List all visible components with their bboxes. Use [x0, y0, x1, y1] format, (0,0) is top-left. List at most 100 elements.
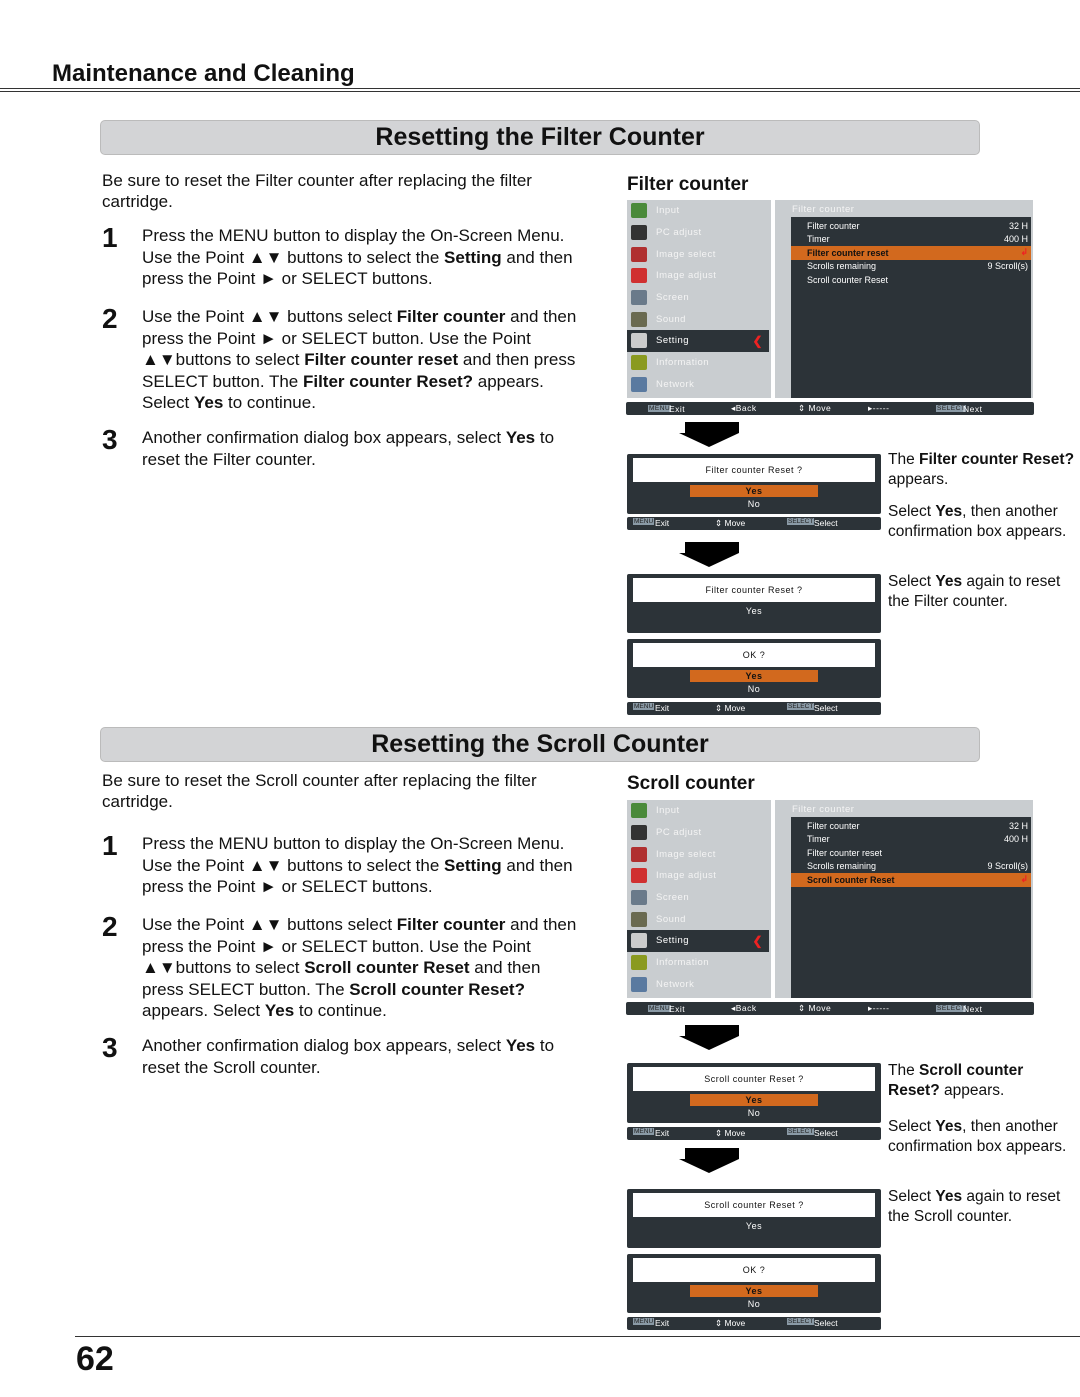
- yes-option[interactable]: Yes: [690, 1094, 818, 1106]
- text-segment: Another confirmation dialog box appears,…: [142, 1036, 506, 1055]
- menu-item-input[interactable]: Input: [627, 200, 771, 222]
- yes-option[interactable]: Yes: [690, 1220, 818, 1232]
- menu-item-sound[interactable]: Sound: [627, 308, 771, 330]
- step-number: 1: [102, 222, 118, 253]
- move-label: ⇕ Move: [715, 518, 746, 528]
- menu-item-label: Screen: [656, 892, 690, 904]
- step-3: 3 Another confirmation dialog box appears…: [102, 1034, 582, 1078]
- arrow-head: [679, 433, 739, 447]
- menu-item-label: PC adjust: [656, 227, 702, 239]
- information-icon: [631, 955, 647, 971]
- menu-item-image-adjust[interactable]: Image adjust: [627, 265, 771, 287]
- menu-row[interactable]: Timer 400 H: [791, 233, 1031, 247]
- menu-item-image-select[interactable]: Image select: [627, 843, 771, 865]
- text-segment: Use the Point ▲▼ buttons select: [142, 915, 397, 934]
- footer-rule: [75, 1336, 1080, 1337]
- text-segment: Yes: [193, 393, 224, 412]
- menu-row[interactable]: Scroll counter Reset ↲: [791, 873, 1031, 887]
- menu-item-pc-adjust[interactable]: PC adjust: [627, 822, 771, 844]
- menu-help-bar: MENU Exit ◂Back ⇕ Move ▸----- SELECT Next: [626, 402, 1034, 415]
- network-icon: [631, 976, 647, 992]
- menu-item-image-adjust[interactable]: Image adjust: [627, 865, 771, 887]
- move-label: ⇕ Move: [715, 1318, 746, 1328]
- text-segment: Setting: [444, 855, 502, 875]
- dialog-question: Filter counter Reset ?: [633, 578, 875, 602]
- down-arrow-icon: [679, 542, 739, 567]
- menu-item-label: Network: [656, 978, 695, 990]
- menu-row[interactable]: Scrolls remaining 9 Scroll(s): [791, 260, 1031, 274]
- menu-row[interactable]: Filter counter reset: [791, 846, 1031, 860]
- header-rule: [0, 88, 1080, 89]
- menu-item-information[interactable]: Information: [627, 352, 771, 374]
- dialog-question: Scroll counter Reset ?: [633, 1067, 875, 1091]
- no-option[interactable]: No: [690, 1107, 818, 1119]
- menu-row[interactable]: Filter counter 32 H: [791, 819, 1031, 833]
- menu-key-icon: MENU: [633, 1128, 655, 1135]
- caption: Select Yes, then another confirmation bo…: [888, 1117, 1078, 1156]
- image-select-icon: [631, 246, 647, 262]
- menu-item-label: Information: [656, 957, 710, 969]
- text-segment: Yes: [505, 1036, 536, 1055]
- menu-subtitle: Filter counter: [627, 174, 749, 195]
- menu-key-icon: MENU: [648, 1005, 672, 1012]
- menu-item-input[interactable]: Input: [627, 800, 771, 822]
- step-number: 2: [102, 303, 118, 334]
- no-option[interactable]: No: [690, 683, 818, 695]
- exit-label: Exit: [655, 703, 670, 713]
- step-number: 3: [102, 424, 118, 455]
- row-label: Timer: [807, 234, 830, 245]
- menu-row[interactable]: Filter counter 32 H: [791, 219, 1031, 233]
- menu-item-setting[interactable]: Setting ❮: [627, 930, 769, 952]
- yes-option[interactable]: Yes: [690, 670, 818, 682]
- pc-adjust-icon: [631, 825, 647, 841]
- select-key-icon: SELECT: [787, 703, 815, 710]
- row-label: Filter counter reset: [807, 847, 883, 858]
- image-adjust-icon: [631, 268, 647, 284]
- menu-row[interactable]: Scrolls remaining 9 Scroll(s): [791, 860, 1031, 874]
- panel-list: Filter counter 32 H Timer 400 H Filter count…: [791, 817, 1031, 998]
- intro-text: Be sure to reset the Scroll counter afte…: [102, 771, 537, 811]
- on-screen-menu: Input PC adjust Image select Image adjust Sc…: [625, 200, 1034, 416]
- menu-item-image-select[interactable]: Image select: [627, 243, 771, 265]
- confirm-dialog: Scroll counter Reset ? Yes No: [627, 1063, 881, 1123]
- select-label: Select: [814, 703, 838, 713]
- menu-item-label: Setting: [656, 935, 690, 947]
- step-number: 2: [102, 911, 118, 942]
- caption: Select Yes, then another confirmation bo…: [888, 502, 1078, 541]
- no-option[interactable]: No: [690, 1298, 818, 1310]
- next-arrow: ▸-----: [868, 403, 890, 413]
- menu-item-screen[interactable]: Screen: [627, 887, 771, 909]
- menu-item-setting[interactable]: Setting ❮: [627, 330, 769, 352]
- menu-item-label: Network: [656, 378, 695, 390]
- move-label: ⇕ Move: [798, 403, 832, 413]
- next-arrow: ▸-----: [868, 1003, 890, 1013]
- text-segment: to continue.: [294, 1001, 387, 1020]
- step-2: 2 Use the Point ▲▼ buttons select Filter …: [102, 303, 582, 414]
- menu-help-bar: MENU Exit ◂Back ⇕ Move ▸----- SELECT Next: [626, 1002, 1034, 1015]
- row-value: 9 Scroll(s): [987, 861, 1028, 872]
- menu-item-screen[interactable]: Screen: [627, 287, 771, 309]
- next-label: Next: [963, 403, 983, 414]
- menu-item-label: Image select: [656, 848, 716, 860]
- select-label: Select: [814, 518, 838, 528]
- select-label: Select: [814, 1128, 838, 1138]
- menu-item-pc-adjust[interactable]: PC adjust: [627, 222, 771, 244]
- yes-option[interactable]: Yes: [690, 485, 818, 497]
- menu-item-network[interactable]: Network: [627, 374, 771, 396]
- menu-key-icon: MENU: [633, 703, 655, 710]
- section-title: Resetting the Filter Counter: [100, 120, 980, 155]
- next-label: Next: [963, 1003, 983, 1014]
- page-number: 62: [76, 1340, 114, 1378]
- select-key-icon: SELECT: [787, 1318, 815, 1325]
- menu-row[interactable]: Timer 400 H: [791, 833, 1031, 847]
- down-arrow-icon: [679, 422, 739, 447]
- menu-row[interactable]: Scroll counter Reset: [791, 273, 1031, 287]
- no-option[interactable]: No: [690, 498, 818, 510]
- menu-row[interactable]: Filter counter reset ↲: [791, 246, 1031, 260]
- menu-item-information[interactable]: Information: [627, 952, 771, 974]
- menu-item-sound[interactable]: Sound: [627, 908, 771, 930]
- yes-option[interactable]: Yes: [690, 1285, 818, 1297]
- yes-option[interactable]: Yes: [690, 605, 818, 617]
- row-value: 400 H: [1003, 834, 1028, 845]
- menu-item-network[interactable]: Network: [627, 974, 771, 996]
